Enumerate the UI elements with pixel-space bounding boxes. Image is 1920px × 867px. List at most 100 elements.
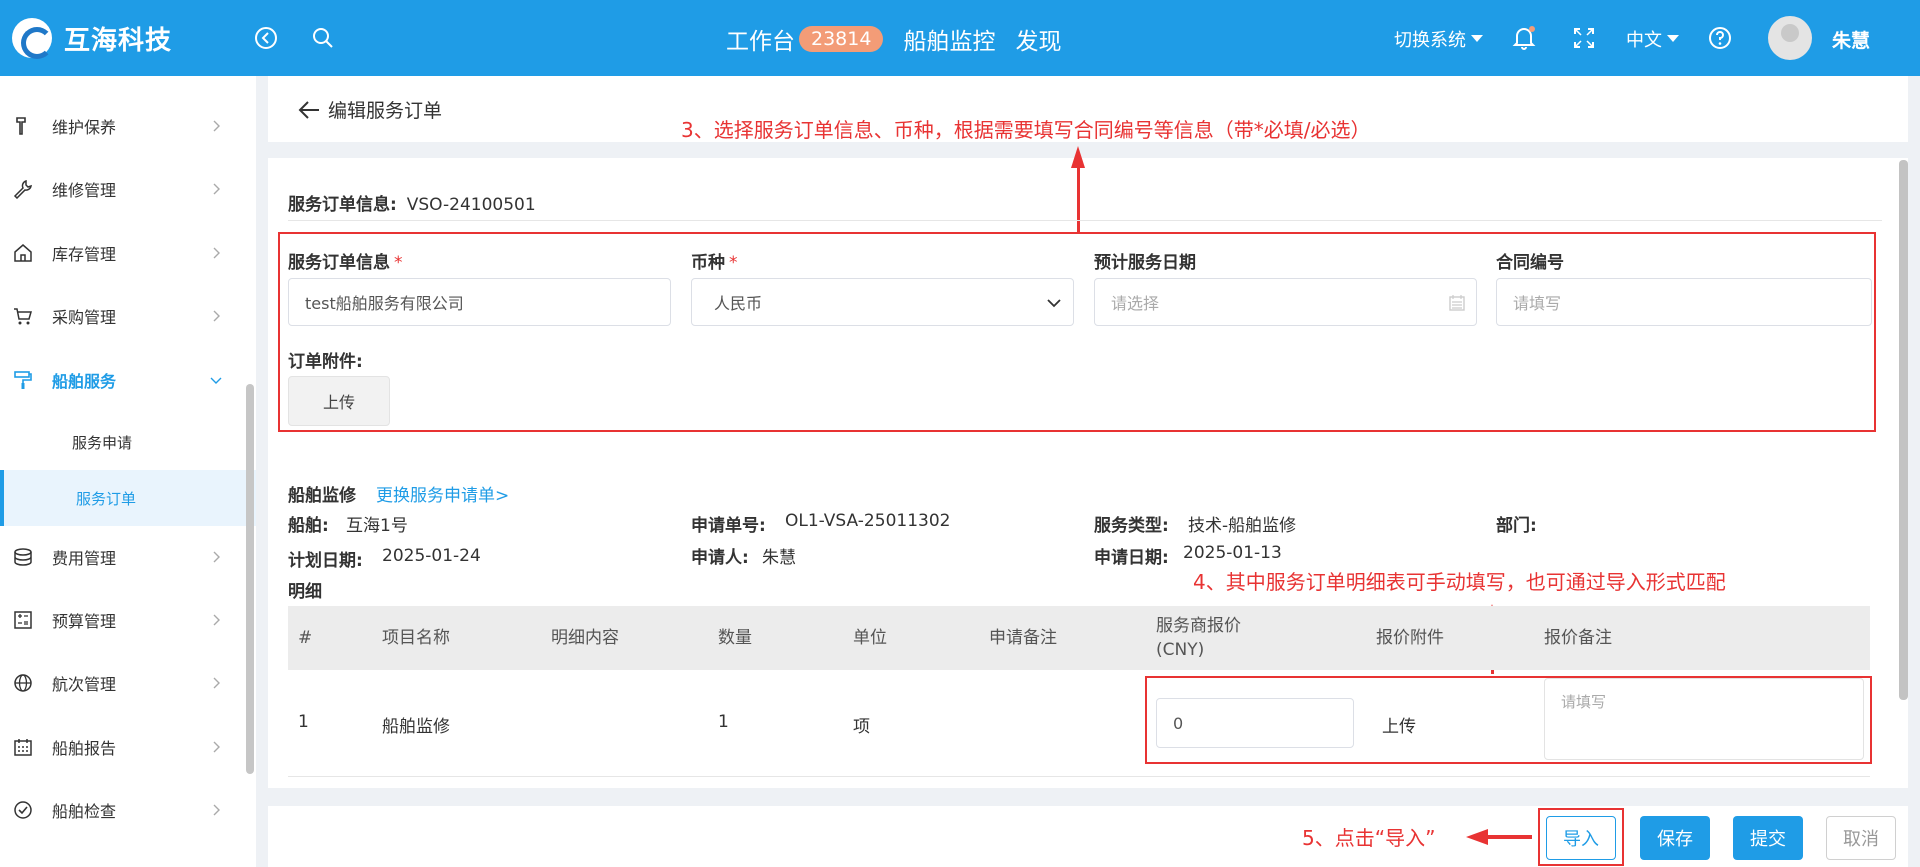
price-input[interactable]: 0	[1156, 698, 1354, 748]
sidebar-item-inventory[interactable]: 库存管理	[0, 233, 256, 273]
sidebar-item-budget[interactable]: 预算管理	[0, 600, 256, 640]
sidebar-item-ship-service[interactable]: 船舶服务	[0, 360, 256, 400]
annotation-box-form	[278, 232, 1876, 432]
department-label: 部门:	[1496, 516, 1537, 536]
save-button[interactable]: 保存	[1640, 816, 1710, 860]
sidebar-item-purchase[interactable]: 采购管理	[0, 296, 256, 336]
sidebar-item-repair[interactable]: 维修管理	[0, 169, 256, 209]
bell-icon[interactable]	[1510, 24, 1538, 52]
sidebar-item-maintenance[interactable]: 维护保养	[0, 106, 256, 146]
sidebar-scrollbar[interactable]	[246, 384, 254, 774]
row-unit: 项	[853, 717, 870, 737]
chevron-down-icon	[1047, 299, 1061, 308]
quote-upload-link[interactable]: 上传	[1382, 712, 1416, 737]
annotation-step5: 5、点击“导入”	[1302, 826, 1436, 850]
request-no-label: 申请单号:	[691, 516, 766, 536]
search-icon[interactable]	[309, 24, 337, 52]
th-remark: 申请备注	[989, 628, 1057, 648]
row-qty: 1	[718, 712, 729, 732]
sidebar: 维护保养 维修管理 库存管理 采购管理 船舶服务 服务申请 服务订单 费用管理 …	[0, 76, 256, 867]
nav-ship-monitor[interactable]: 船舶监控	[903, 22, 995, 56]
th-price-line1: 服务商报价	[1156, 616, 1241, 636]
roller-icon	[12, 369, 34, 391]
brand-name: 互海科技	[64, 26, 173, 56]
detail-label: 明细	[288, 582, 322, 602]
divider	[288, 220, 1882, 221]
fullscreen-icon[interactable]	[1570, 24, 1598, 52]
th-quote-attachment: 报价附件	[1376, 628, 1444, 648]
required-mark: *	[394, 253, 403, 273]
row-item-name: 船舶监修	[382, 717, 450, 737]
back-circle-icon[interactable]	[252, 24, 280, 52]
chevron-right-icon	[213, 804, 220, 816]
submit-button[interactable]: 提交	[1733, 816, 1803, 860]
annotation-arrow-line-step3	[1077, 166, 1080, 232]
workbench-badge: 23814	[799, 26, 884, 52]
sidebar-item-ship-report[interactable]: 船舶报告	[0, 727, 256, 767]
chevron-right-icon	[213, 120, 220, 132]
page-title[interactable]: 编辑服务订单	[298, 96, 442, 123]
request-category: 船舶监修	[288, 486, 356, 506]
sidebar-subitem-service-request[interactable]: 服务申请	[0, 414, 256, 470]
service-date-placeholder: 请选择	[1111, 294, 1160, 313]
th-qty: 数量	[718, 628, 752, 648]
apply-date-label: 申请日期:	[1094, 548, 1169, 568]
row-index: 1	[298, 712, 309, 732]
chevron-right-icon	[213, 183, 220, 195]
wrench-icon	[12, 115, 34, 137]
currency-label-text: 币种	[691, 253, 725, 273]
sidebar-item-expense[interactable]: 费用管理	[0, 537, 256, 577]
nav-discover[interactable]: 发现	[1015, 22, 1061, 56]
switch-system-dropdown[interactable]: 切换系统	[1394, 26, 1483, 52]
caret-down-icon	[1471, 35, 1483, 42]
coins-icon	[12, 546, 34, 568]
sidebar-item-label: 库存管理	[52, 245, 117, 264]
help-icon[interactable]	[1706, 24, 1734, 52]
check-circle-icon	[12, 799, 34, 821]
sidebar-item-label: 船舶报告	[52, 739, 117, 758]
sidebar-item-label: 采购管理	[52, 308, 117, 327]
annotation-arrow-step5	[1466, 829, 1532, 845]
attachment-upload-button[interactable]: 上传	[288, 376, 390, 426]
top-header: 互海科技 工作台 23814 船舶监控 发现 切换系统 中文 朱慧	[0, 0, 1920, 76]
main-nav: 工作台 23814 船舶监控 发现	[726, 22, 1061, 56]
change-request-link[interactable]: 更换服务申请单>	[376, 481, 509, 506]
language-dropdown[interactable]: 中文	[1626, 26, 1679, 52]
service-date-picker[interactable]: 请选择	[1094, 278, 1477, 326]
service-type-label: 服务类型:	[1094, 516, 1169, 536]
contract-no-input[interactable]: 请填写	[1496, 278, 1872, 326]
th-price-line2: (CNY)	[1156, 640, 1205, 660]
sidebar-item-voyage[interactable]: 航次管理	[0, 663, 256, 703]
detail-table-header	[288, 606, 1870, 670]
th-unit: 单位	[853, 628, 887, 648]
quote-remark-textarea[interactable]: 请填写	[1544, 678, 1864, 760]
currency-field-label: 币种 *	[691, 248, 738, 273]
switch-system-label: 切换系统	[1394, 30, 1466, 51]
sidebar-item-ship-inspection[interactable]: 船舶检查	[0, 790, 256, 830]
main-scrollbar[interactable]	[1899, 160, 1908, 700]
order-info-select[interactable]: test船舶服务有限公司	[288, 278, 671, 326]
apply-date-value: 2025-01-13	[1183, 543, 1282, 563]
language-label: 中文	[1626, 30, 1662, 51]
contract-no-label: 合同编号	[1496, 253, 1564, 273]
warehouse-icon	[12, 242, 34, 264]
required-mark: *	[729, 253, 738, 273]
arrow-left-icon[interactable]	[298, 100, 320, 120]
order-info-header: 服务订单信息: VSO-24100501	[288, 190, 536, 215]
th-index: #	[298, 628, 313, 648]
sidebar-subitem-service-order[interactable]: 服务订单	[0, 470, 256, 526]
ship-label: 船舶:	[288, 516, 329, 536]
plan-date-value: 2025-01-24	[382, 546, 481, 566]
calendar-icon	[1449, 295, 1465, 311]
username[interactable]: 朱慧	[1832, 26, 1870, 53]
order-info-field-label: 服务订单信息 *	[288, 248, 403, 273]
calculator-icon	[12, 609, 34, 631]
chevron-right-icon	[213, 310, 220, 322]
avatar[interactable]	[1768, 16, 1812, 60]
currency-select[interactable]: 人民币	[691, 278, 1074, 326]
cancel-button[interactable]: 取消	[1826, 816, 1896, 860]
nav-workbench[interactable]: 工作台 23814	[726, 22, 884, 56]
chevron-right-icon	[213, 614, 220, 626]
import-button[interactable]: 导入	[1546, 816, 1616, 860]
nav-workbench-label: 工作台	[726, 29, 795, 55]
